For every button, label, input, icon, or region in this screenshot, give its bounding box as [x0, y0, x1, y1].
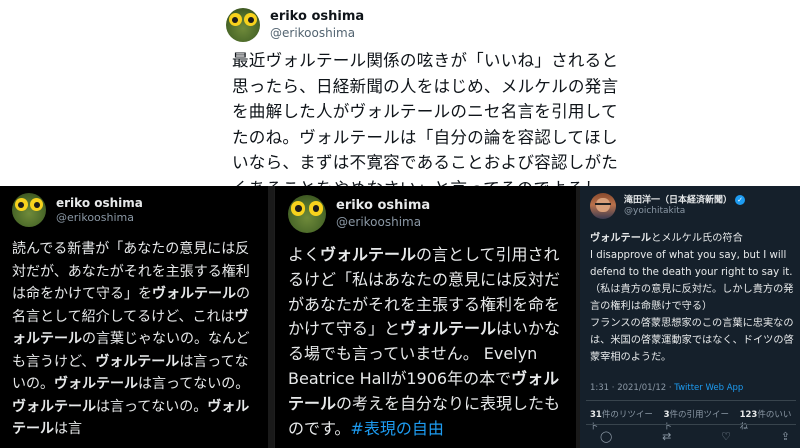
top-tweet-header: eriko oshima @erikooshima	[226, 8, 364, 42]
stat-count: 31	[590, 410, 602, 420]
tweet-text-segment: とメルケル氏の符合 I disapprove of what you say, …	[590, 233, 794, 363]
verified-badge-icon: ✓	[735, 194, 746, 205]
tweet-text-segment: は言	[54, 421, 82, 437]
highlighted-term: ヴォルテール	[152, 286, 236, 302]
tweet-left-header: eriko oshima @erikooshima	[12, 193, 143, 227]
highlighted-term: ヴォルテール	[12, 398, 96, 415]
highlighted-term: ヴォルテール	[590, 233, 652, 244]
tweet-stats: 31件のリツイート 3件の引用ツイート 123件のいいね	[590, 408, 795, 432]
author-name[interactable]: eriko oshima	[270, 9, 364, 25]
highlighted-term: ヴォルテール	[320, 245, 417, 264]
tweet-source-link[interactable]: Twitter Web App	[674, 383, 743, 393]
tweet-right-header: 滝田洋一（日本経済新聞） ✓ @yoichitakita	[590, 193, 746, 219]
author-name[interactable]: 滝田洋一（日本経済新聞）	[624, 195, 732, 205]
tweet-text-segment: は言ってないの。	[96, 398, 208, 415]
stat-label: 件の引用ツイート	[663, 410, 730, 432]
avatar-eye-left	[228, 13, 242, 27]
author-name[interactable]: eriko oshima	[336, 198, 430, 214]
divider	[586, 424, 796, 425]
stat-item[interactable]: 123件のいいね	[740, 408, 795, 432]
author-handle[interactable]: @erikooshima	[336, 215, 430, 230]
avatar[interactable]	[590, 193, 616, 219]
author-handle[interactable]: @erikooshima	[56, 211, 143, 225]
stat-item[interactable]: 3件の引用ツイート	[664, 408, 732, 432]
avatar-eye-right	[244, 13, 258, 27]
tweet-text: ヴォルテールとメルケル氏の符合 I disapprove of what you…	[590, 230, 795, 366]
tweet-text: よくヴォルテールの言として引用されるけど「私はあなたの意見には反対だがあなたがそ…	[288, 243, 570, 441]
tweet-text: 読んでる新書が「あなたの意見には反対だが、あなたがそれを主張する権利は命をかけて…	[12, 238, 262, 441]
author-name[interactable]: eriko oshima	[56, 196, 143, 211]
divider	[586, 400, 796, 401]
stat-item[interactable]: 31件のリツイート	[590, 408, 656, 432]
tweet-time[interactable]: 1:31 · 2021/01/12 ·	[590, 383, 674, 393]
highlighted-term: ヴォルテール	[400, 319, 497, 339]
tweet-text-segment: は言ってないの。	[138, 376, 250, 392]
tweet-middle-header: eriko oshima @erikooshima	[288, 195, 430, 233]
reply-icon[interactable]: ◯	[600, 430, 612, 443]
tweet-actions: ◯ ⇄ ♡ ⇪	[600, 430, 790, 443]
tweet-timestamp[interactable]: 1:31 · 2021/01/12 · Twitter Web App	[590, 383, 795, 393]
avatar[interactable]	[288, 195, 326, 233]
highlighted-term: ヴォルテール	[95, 353, 180, 370]
stat-count: 123	[739, 410, 758, 420]
retweet-icon[interactable]: ⇄	[662, 430, 671, 443]
share-icon[interactable]: ⇪	[781, 430, 790, 443]
avatar[interactable]	[226, 8, 260, 42]
highlighted-term: ヴォルテール	[54, 376, 138, 392]
avatar[interactable]	[12, 193, 46, 227]
tweet-text-segment: よく	[288, 245, 321, 264]
author-handle[interactable]: @yoichitakita	[624, 206, 745, 217]
hashtag-link[interactable]: #表現の自由	[350, 419, 443, 438]
like-icon[interactable]: ♡	[721, 430, 731, 443]
author-handle[interactable]: @erikooshima	[270, 26, 364, 41]
